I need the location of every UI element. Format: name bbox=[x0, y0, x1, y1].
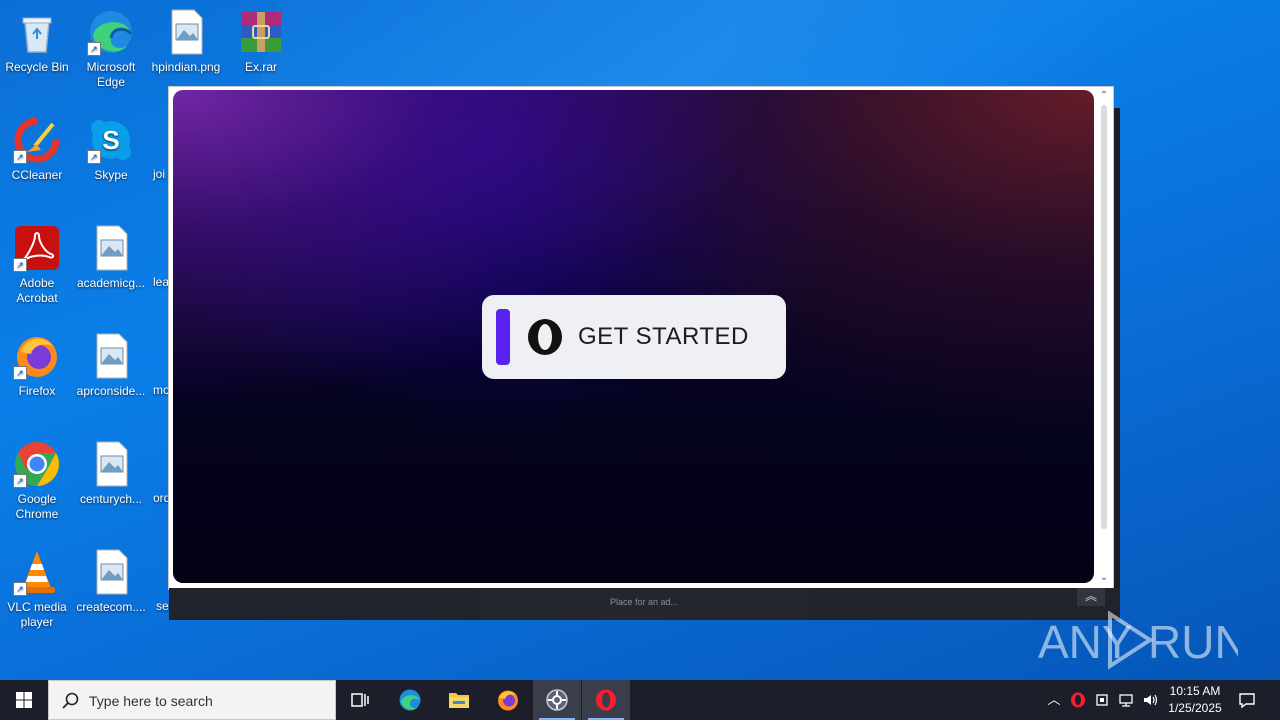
windows-logo-icon bbox=[16, 692, 32, 708]
shortcut-arrow-icon: ↗ bbox=[13, 582, 27, 596]
desktop-icon-adobe-acrobat[interactable]: ↗ Adobe Acrobat bbox=[2, 224, 72, 306]
desktop: Recycle Bin ↗ CCleaner ↗ Adobe Acrobat ↗… bbox=[0, 0, 1280, 680]
desktop-icon-ex-rar[interactable]: Ex.rar bbox=[226, 8, 296, 75]
installer-window: GET STARTED ⌃ ⌄ bbox=[168, 86, 1114, 590]
image-file-icon bbox=[87, 224, 135, 272]
skype-icon: S ↗ bbox=[87, 116, 135, 164]
notifications-icon[interactable] bbox=[1237, 690, 1257, 710]
clock[interactable]: 10:15 AM 1/25/2025 bbox=[1160, 683, 1230, 717]
ad-placeholder[interactable]: Place for an ad... bbox=[479, 588, 809, 620]
search-icon bbox=[62, 692, 79, 709]
partial-icon-label[interactable]: joi bbox=[153, 167, 165, 181]
winrar-archive-icon bbox=[237, 8, 285, 56]
search-placeholder: Type here to search bbox=[89, 693, 213, 709]
svg-text:S: S bbox=[102, 125, 119, 155]
installer-splash: GET STARTED bbox=[173, 90, 1094, 583]
shortcut-arrow-icon: ↗ bbox=[87, 150, 101, 164]
task-view-button[interactable] bbox=[336, 680, 384, 720]
installer-gear-icon bbox=[546, 689, 568, 711]
opera-tray-icon[interactable] bbox=[1068, 690, 1088, 710]
opera-icon bbox=[596, 689, 616, 711]
chevron-up-icon[interactable]: ︿ bbox=[1044, 690, 1064, 710]
desktop-icon-firefox[interactable]: ↗ Firefox bbox=[2, 332, 72, 399]
system-tray: ︿ bbox=[1040, 680, 1160, 720]
edge-icon bbox=[399, 689, 421, 711]
taskbar-search-box[interactable]: Type here to search bbox=[48, 680, 336, 720]
shortcut-arrow-icon: ↗ bbox=[13, 474, 27, 488]
double-chevron-up-icon[interactable]: ︽ bbox=[1077, 588, 1105, 606]
taskbar-firefox[interactable] bbox=[484, 680, 532, 720]
vlc-cone-icon: ↗ bbox=[13, 548, 61, 596]
desktop-icon-academicg[interactable]: academicg... bbox=[76, 224, 146, 291]
taskbar-file-explorer[interactable] bbox=[435, 680, 483, 720]
shortcut-arrow-icon: ↗ bbox=[13, 150, 27, 164]
accent-bar bbox=[496, 309, 510, 365]
taskbar-opera-installer[interactable] bbox=[533, 680, 581, 720]
taskbar: Type here to search ︿ 10:15 AM 1/25/2025 bbox=[0, 680, 1280, 720]
shortcut-arrow-icon: ↗ bbox=[87, 42, 101, 56]
taskbar-edge[interactable] bbox=[386, 680, 434, 720]
desktop-icon-vlc[interactable]: ↗ VLC media player bbox=[2, 548, 72, 630]
vertical-scrollbar[interactable]: ⌃ ⌄ bbox=[1097, 89, 1111, 585]
adobe-acrobat-icon: ↗ bbox=[13, 224, 61, 272]
desktop-icon-createcom[interactable]: createcom.... bbox=[76, 548, 146, 615]
ad-bar: Place for an ad... ︽ bbox=[169, 588, 1120, 620]
image-file-icon bbox=[162, 8, 210, 56]
desktop-icon-skype[interactable]: S ↗ Skype bbox=[76, 116, 146, 183]
clock-time: 10:15 AM bbox=[1169, 684, 1221, 698]
firefox-icon bbox=[498, 690, 518, 711]
shortcut-arrow-icon: ↗ bbox=[13, 366, 27, 380]
desktop-icon-google-chrome[interactable]: ↗ Google Chrome bbox=[2, 440, 72, 522]
shortcut-arrow-icon: ↗ bbox=[13, 258, 27, 272]
start-button[interactable] bbox=[0, 680, 48, 720]
firefox-icon: ↗ bbox=[13, 332, 61, 380]
ccleaner-icon: ↗ bbox=[13, 116, 61, 164]
task-view-icon bbox=[351, 693, 369, 707]
get-started-label: GET STARTED bbox=[578, 323, 749, 350]
desktop-icon-ccleaner[interactable]: ↗ CCleaner bbox=[2, 116, 72, 183]
desktop-icon-centurych[interactable]: centurych... bbox=[76, 440, 146, 507]
chrome-icon: ↗ bbox=[13, 440, 61, 488]
clock-date: 1/25/2025 bbox=[1168, 701, 1222, 715]
edge-icon: ↗ bbox=[87, 8, 135, 56]
image-file-icon bbox=[87, 548, 135, 596]
desktop-icon-recycle-bin[interactable]: Recycle Bin bbox=[2, 8, 72, 75]
image-file-icon bbox=[87, 440, 135, 488]
desktop-icon-hpindian[interactable]: hpindian.png bbox=[151, 8, 221, 75]
scroll-down-arrow-icon[interactable]: ⌄ bbox=[1097, 571, 1111, 585]
opera-logo-icon bbox=[526, 318, 564, 356]
anyrun-watermark: ANY RUN bbox=[1038, 610, 1248, 670]
folder-icon bbox=[449, 693, 469, 708]
taskbar-opera[interactable] bbox=[582, 680, 630, 720]
network-icon[interactable] bbox=[1116, 690, 1136, 710]
partial-icon-label[interactable]: lea bbox=[153, 275, 169, 289]
device-icon[interactable] bbox=[1092, 690, 1112, 710]
scrollbar-thumb[interactable] bbox=[1101, 105, 1107, 529]
svg-text:RUN: RUN bbox=[1148, 616, 1238, 668]
volume-icon[interactable] bbox=[1140, 690, 1160, 710]
scroll-up-arrow-icon[interactable]: ⌃ bbox=[1097, 89, 1111, 103]
get-started-button[interactable]: GET STARTED bbox=[482, 295, 786, 379]
desktop-icon-microsoft-edge[interactable]: ↗ Microsoft Edge bbox=[76, 8, 146, 90]
desktop-icon-aprconside[interactable]: aprconside... bbox=[76, 332, 146, 399]
recycle-bin-icon bbox=[13, 8, 61, 56]
image-file-icon bbox=[87, 332, 135, 380]
